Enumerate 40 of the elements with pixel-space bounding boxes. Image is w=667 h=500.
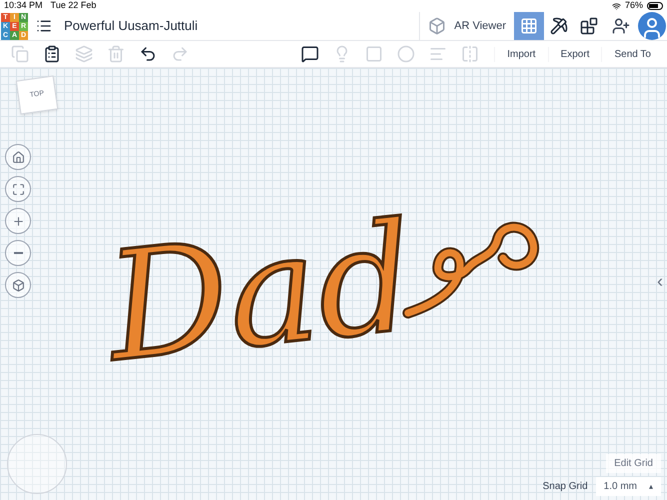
redo-icon bbox=[171, 45, 189, 63]
snap-grid-label: Snap Grid bbox=[542, 480, 588, 494]
align-icon bbox=[429, 45, 448, 63]
add-user-icon[interactable] bbox=[612, 17, 630, 35]
battery-icon bbox=[647, 2, 663, 10]
trash-icon bbox=[107, 45, 125, 63]
layers-icon bbox=[75, 45, 93, 63]
square-icon bbox=[365, 45, 384, 63]
toolbar-action-button[interactable]: Export bbox=[548, 46, 602, 62]
fit-view-button[interactable] bbox=[5, 176, 31, 202]
status-time: 10:34 PM bbox=[4, 0, 43, 12]
zoom-out-button[interactable] bbox=[5, 240, 31, 266]
status-date: Tue 22 Feb bbox=[50, 0, 96, 12]
zoom-in-button[interactable] bbox=[5, 208, 31, 234]
brick-icon bbox=[580, 17, 598, 35]
undo-icon bbox=[139, 45, 157, 63]
snap-grid-dropdown[interactable]: 1.0 mm ▴ bbox=[596, 477, 661, 496]
battery-percent: 76% bbox=[624, 0, 643, 12]
cube-button[interactable] bbox=[5, 272, 31, 298]
cube-icon bbox=[12, 278, 24, 292]
clipboard-icon bbox=[43, 45, 61, 63]
toolbar-action-button[interactable]: Send To bbox=[601, 46, 663, 62]
toolbar-action-button[interactable]: Import bbox=[494, 46, 548, 62]
design-title[interactable]: Powerful Uusam-Juttuli bbox=[64, 16, 198, 36]
fit-view-icon bbox=[12, 182, 24, 196]
avatar[interactable] bbox=[638, 12, 666, 40]
mirror-icon bbox=[461, 45, 480, 63]
copy-icon bbox=[11, 45, 29, 63]
home-button[interactable] bbox=[5, 144, 31, 170]
grid-icon bbox=[520, 17, 538, 35]
zoom-in-icon bbox=[12, 214, 24, 228]
home-icon bbox=[12, 150, 24, 164]
speech-bubble-icon bbox=[301, 45, 320, 63]
cube-icon bbox=[428, 17, 446, 35]
wifi-icon bbox=[612, 2, 621, 10]
edit-grid-button[interactable]: Edit Grid bbox=[606, 454, 661, 473]
collapse-panel-toggle[interactable]: ‹ bbox=[657, 268, 663, 295]
circle-icon bbox=[397, 45, 416, 63]
pickaxe-icon bbox=[550, 17, 568, 35]
list-icon[interactable] bbox=[36, 18, 52, 34]
